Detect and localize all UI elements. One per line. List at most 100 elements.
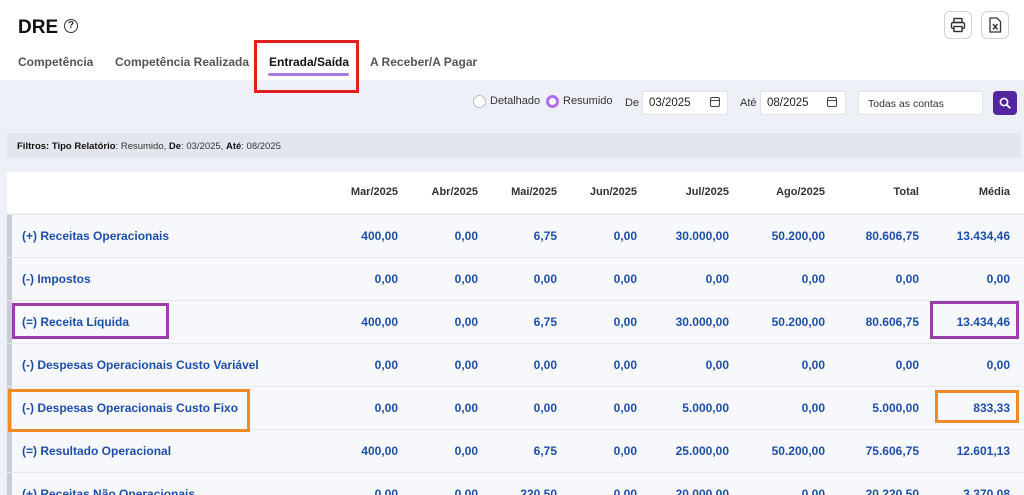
table-cell: 220,50 [520,487,557,495]
table-header: Mar/2025 Abr/2025 Mai/2025 Jun/2025 Jul/… [7,172,1024,213]
tab-receber-pagar[interactable]: A Receber/A Pagar [370,55,477,69]
column-header: Ago/2025 [776,186,825,198]
table-cell: 0,00 [986,272,1010,286]
tab-entrada-saida[interactable]: Entrada/Saída [269,55,349,69]
table-cell: 3.370,08 [963,487,1010,495]
row-label[interactable]: (-) Despesas Operacionais Custo Fixo [22,401,238,415]
table-cell: 0,00 [801,487,825,495]
table-cell: 0,00 [986,358,1010,372]
tab-competencia[interactable]: Competência [18,55,93,69]
to-date-value: 08/2025 [767,97,809,109]
table-cell: 0,00 [613,487,637,495]
table-cell: 400,00 [361,444,398,458]
filters-summary: Filtros: Tipo Relatório: Resumido, De: 0… [7,133,1021,158]
row-indicator [7,301,12,343]
table-row[interactable]: (-) Despesas Operacionais Custo Variável… [7,343,1024,386]
table-cell: 0,00 [454,229,478,243]
table-row[interactable]: (=) Receita Líquida 400,00 0,00 6,75 0,0… [7,300,1024,343]
table-cell: 0,00 [895,272,919,286]
row-label[interactable]: (+) Receitas Não Operacionais [22,487,195,495]
table-cell: 75.606,75 [865,444,919,458]
table-cell: 6,75 [533,444,557,458]
calendar-icon[interactable] [710,97,720,107]
column-header: Total [893,186,919,198]
table-cell: 0,00 [374,358,398,372]
row-label[interactable]: (+) Receitas Operacionais [22,229,169,243]
table-cell: 0,00 [613,229,637,243]
table-cell: 50.200,00 [771,444,825,458]
table-cell: 20.000,00 [675,487,729,495]
search-button[interactable] [993,91,1017,115]
top-bar: DRE ? Competência Competência Realizada … [0,0,1024,80]
table-cell: 6,75 [533,229,557,243]
table-cell: 30.000,00 [675,229,729,243]
radio-resumido[interactable] [546,95,559,108]
column-header: Média [978,186,1010,198]
column-header: Jul/2025 [685,186,729,198]
table-row[interactable]: (-) Impostos 0,00 0,00 0,00 0,00 0,00 0,… [7,257,1024,300]
filter-value: 08/2025 [246,141,281,152]
table-row[interactable]: (=) Resultado Operacional 400,00 0,00 6,… [7,429,1024,472]
table-cell: 12.601,13 [956,444,1010,458]
row-label[interactable]: (=) Receita Líquida [22,315,129,329]
row-indicator [7,430,12,472]
table-cell: 0,00 [533,358,557,372]
calendar-icon[interactable] [827,97,837,107]
table-cell: 30.000,00 [675,315,729,329]
table-row[interactable]: (-) Despesas Operacionais Custo Fixo 0,0… [7,386,1024,429]
table-cell: 50.200,00 [771,315,825,329]
filter-key: Tipo Relatório [51,141,116,152]
table-cell: 0,00 [533,272,557,286]
table-cell: 0,00 [613,444,637,458]
from-date-value: 03/2025 [649,97,691,109]
table-cell: 400,00 [361,315,398,329]
table-row[interactable]: (+) Receitas Operacionais 400,00 0,00 6,… [7,214,1024,257]
table-cell: 20.220,50 [865,487,919,495]
table-cell: 5.000,00 [682,401,729,415]
filter-value: Resumido [120,141,164,152]
excel-export-button[interactable] [981,11,1009,39]
table-row[interactable]: (+) Receitas Não Operacionais 0,00 0,00 … [7,472,1024,495]
table-cell: 0,00 [454,444,478,458]
filters-label: Filtros: [17,141,50,152]
table-cell: 0,00 [374,401,398,415]
radio-resumido-label[interactable]: Resumido [563,95,613,107]
table-cell: 80.606,75 [865,315,919,329]
table-cell: 13.434,46 [956,315,1010,329]
table-cell: 80.606,75 [865,229,919,243]
column-header: Mai/2025 [511,186,557,198]
table-cell: 25.000,00 [675,444,729,458]
print-button[interactable] [944,11,972,39]
table-cell: 0,00 [613,272,637,286]
radio-detalhado-label[interactable]: Detalhado [490,95,540,107]
table-cell: 13.434,46 [956,229,1010,243]
help-icon[interactable]: ? [64,19,78,33]
tab-competencia-realizada[interactable]: Competência Realizada [115,55,249,69]
table-cell: 0,00 [533,401,557,415]
table-cell: 0,00 [454,487,478,495]
row-indicator [7,473,12,495]
filter-key: Até [225,141,242,152]
table-cell: 0,00 [613,358,637,372]
row-label[interactable]: (-) Despesas Operacionais Custo Variável [22,358,259,372]
table-cell: 0,00 [705,358,729,372]
from-label: De [625,97,640,109]
row-label[interactable]: (=) Resultado Operacional [22,444,171,458]
table-cell: 0,00 [374,487,398,495]
radio-detalhado[interactable] [473,95,486,108]
accounts-select[interactable]: Todas as contas [858,91,983,115]
table-cell: 0,00 [374,272,398,286]
search-icon [999,97,1011,109]
to-label: Até [740,97,757,109]
accounts-value: Todas as contas [868,98,944,110]
active-tab-indicator [268,73,349,76]
printer-icon [950,17,966,33]
table-cell: 50.200,00 [771,229,825,243]
table-cell: 0,00 [454,358,478,372]
column-header: Mar/2025 [350,186,398,198]
table-cell: 0,00 [801,272,825,286]
table-cell: 0,00 [454,272,478,286]
row-label[interactable]: (-) Impostos [22,272,91,286]
table-cell: 0,00 [613,401,637,415]
filter-value: 03/2025 [186,141,221,152]
